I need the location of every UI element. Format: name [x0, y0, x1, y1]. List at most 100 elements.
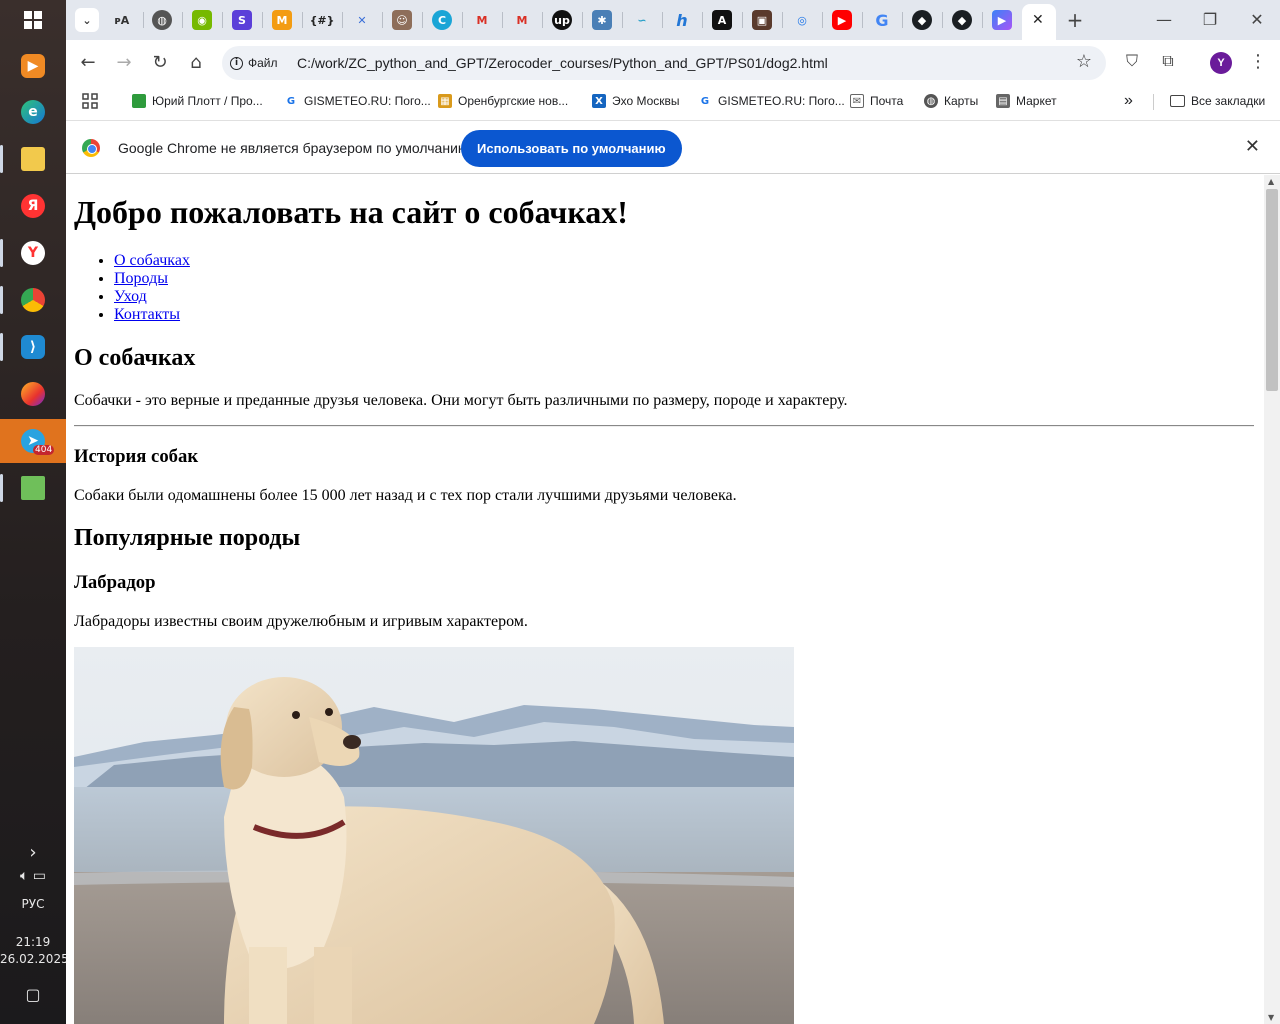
echo-moscow-icon: X [592, 94, 606, 108]
bookmark-item[interactable]: ▦ Оренбургские нов... [438, 91, 568, 111]
tab-github-icon[interactable]: ◆ [912, 10, 932, 30]
tab-play-icon[interactable]: ▶ [992, 10, 1012, 30]
bookmark-item[interactable]: X Эхо Москвы [592, 91, 680, 111]
tray-expand-chevron[interactable]: › [0, 842, 66, 863]
taskbar-app-telegram[interactable]: ➤ 404 [0, 419, 66, 463]
tab-m-icon[interactable]: M [272, 10, 292, 30]
tab-translate-icon[interactable]: ᴘA [112, 10, 132, 30]
mail-icon: ✉ [850, 94, 864, 108]
tab-c-icon[interactable]: C [432, 10, 452, 30]
taskbar-app-yandex-browser[interactable]: Y [0, 231, 66, 275]
tab-globe-icon[interactable]: ◍ [152, 10, 172, 30]
tab-nvidia-icon[interactable]: ◉ [192, 10, 212, 30]
taskbar-app-firefox[interactable] [0, 372, 66, 416]
bookmark-item[interactable]: ▤ Маркет [996, 91, 1057, 111]
tab-portrait-icon[interactable]: ▣ [752, 10, 772, 30]
scrollbar-thumb[interactable] [1266, 189, 1278, 391]
minimize-button[interactable]: — [1152, 8, 1176, 32]
tab-gear-icon[interactable]: ✱ [592, 10, 612, 30]
bookmark-item[interactable]: G GISMETEO.RU: Пого... [284, 91, 431, 111]
page-scrollbar[interactable]: ▲ ▼ [1264, 175, 1280, 1024]
taskbar-app-edge[interactable]: e [0, 90, 66, 134]
tab-close-icon[interactable]: ✕ [1032, 12, 1044, 28]
nav-link-contacts[interactable]: Контакты [114, 306, 180, 323]
taskbar-app-vscode[interactable]: ⟩ [0, 325, 66, 369]
scroll-up-arrow-icon[interactable]: ▲ [1268, 177, 1274, 186]
set-default-button[interactable]: Использовать по умолчанию [461, 130, 682, 167]
new-tab-button[interactable]: + [1063, 8, 1087, 32]
chrome-logo-icon [82, 139, 100, 157]
tab-a-icon[interactable]: A [712, 10, 732, 30]
bookmark-label: Оренбургские нов... [458, 94, 569, 108]
input-language[interactable]: РУС [0, 897, 66, 911]
reload-button[interactable]: ↻ [148, 51, 172, 75]
bookmark-item[interactable]: ✉ Почта [850, 91, 903, 111]
tab-circle-icon[interactable]: ◎ [792, 10, 812, 30]
bookmark-label: Карты [944, 94, 979, 108]
shield-extension-icon[interactable]: ⛉ [1120, 51, 1144, 75]
tab-hash-icon[interactable]: {#} [310, 10, 335, 30]
tab-s-icon[interactable]: S [232, 10, 252, 30]
address-bar[interactable]: i Файл C:/work/ZC_python_and_GPT/Zerocod… [222, 46, 1106, 80]
bookmark-item[interactable]: G GISMETEO.RU: Пого... [698, 91, 845, 111]
all-bookmarks-folder[interactable]: Все закладки [1170, 91, 1265, 111]
gismeteo-icon: G [286, 95, 296, 107]
close-window-button[interactable]: ✕ [1245, 8, 1269, 32]
profile-avatar[interactable]: Y [1210, 52, 1232, 74]
url-text[interactable]: C:/work/ZC_python_and_GPT/Zerocoder_cour… [297, 55, 828, 71]
tab-wave-icon[interactable]: ∽ [632, 10, 652, 30]
apps-grid-icon[interactable] [82, 91, 98, 111]
menu-kebab-icon[interactable]: ⋮ [1246, 51, 1270, 75]
back-button[interactable]: ← [76, 51, 100, 75]
nav-link-care[interactable]: Уход [114, 288, 147, 305]
infobar-close-icon[interactable]: ✕ [1245, 136, 1260, 157]
nav-item: Уход [114, 288, 190, 306]
tab-h-icon[interactable]: h [672, 10, 692, 30]
taskbar-app-yandex[interactable]: Я [0, 184, 66, 228]
bookmark-star-icon[interactable]: ☆ [1076, 51, 1092, 72]
tab-gmail-icon[interactable]: M [472, 10, 492, 30]
edge-icon: e [21, 100, 45, 124]
tab-gmail-icon[interactable]: M [512, 10, 532, 30]
tab-google-icon[interactable]: G [872, 10, 892, 30]
volume-network-icons[interactable]: 🔈︎ ▭ [0, 868, 66, 884]
about-paragraph: Собачки - это верные и преданные друзья … [74, 392, 848, 409]
tab-search-button[interactable]: ⌄ [75, 8, 99, 32]
browser-toolbar: ← → ↻ ⌂ i Файл C:/work/ZC_python_and_GPT… [66, 40, 1280, 86]
restore-button[interactable]: ❐ [1198, 8, 1222, 32]
tab-active[interactable]: ✕ [1022, 4, 1056, 40]
bookmark-label: GISMETEO.RU: Пого... [718, 94, 845, 108]
breeds-heading: Популярные породы [74, 525, 301, 551]
clock-date[interactable]: 26.02.2025 [0, 952, 69, 966]
home-button[interactable]: ⌂ [184, 51, 208, 75]
maps-globe-icon: ◍ [924, 94, 938, 108]
nav-link-breeds[interactable]: Породы [114, 270, 168, 287]
gismeteo-icon: G [700, 95, 710, 107]
bookmarks-overflow-chevron[interactable]: » [1124, 91, 1133, 111]
nav-link-about[interactable]: О собачках [114, 252, 190, 269]
forward-button[interactable]: → [112, 51, 136, 75]
tab-avatar-icon[interactable]: ☺ [392, 10, 412, 30]
tab-bird-icon[interactable]: ✕ [352, 10, 372, 30]
windows-taskbar: ▶ e Я Y ⟩ ➤ 404 › 🔈︎ ▭ РУС 21:19 26.02.2… [0, 0, 69, 1024]
start-button[interactable] [0, 0, 66, 40]
taskbar-app-explorer[interactable] [0, 137, 66, 181]
bookmark-item[interactable]: ◍ Карты [924, 91, 978, 111]
page-title: Добро пожаловать на сайт о собачках! [74, 194, 628, 230]
taskbar-app-notepad[interactable] [0, 466, 66, 510]
taskbar-app-chrome[interactable] [0, 278, 66, 322]
file-chip-label: Файл [248, 56, 278, 70]
tab-upwork-icon[interactable]: up [552, 10, 572, 30]
tab-youtube-icon[interactable]: ▶ [832, 10, 852, 30]
divider [74, 425, 1254, 427]
clock-time[interactable]: 21:19 [0, 935, 66, 949]
taskbar-app-media-player[interactable]: ▶ [0, 44, 66, 88]
bookmark-item[interactable]: Юрий Плотт / Про... [132, 91, 263, 111]
infobar-message: Google Chrome не является браузером по у… [118, 140, 473, 156]
notifications-icon[interactable]: ▢ [0, 985, 66, 1004]
tab-github-icon[interactable]: ◆ [952, 10, 972, 30]
scroll-down-arrow-icon[interactable]: ▼ [1268, 1013, 1274, 1022]
extensions-puzzle-icon[interactable]: ⧉ [1156, 51, 1180, 75]
default-browser-infobar: Google Chrome не является браузером по у… [66, 120, 1280, 174]
site-info-chip[interactable]: i Файл [230, 52, 278, 74]
